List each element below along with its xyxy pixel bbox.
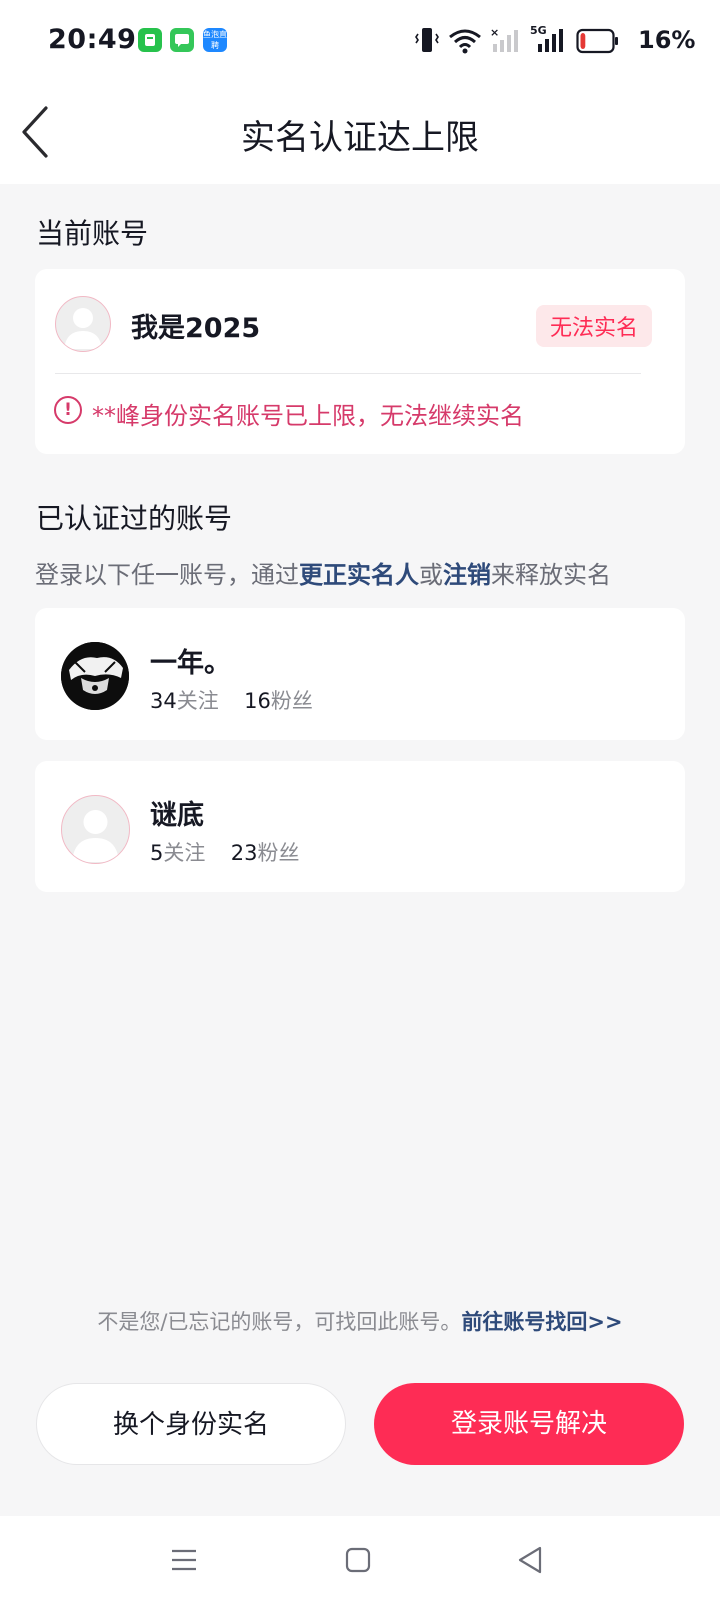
following-count: 34 xyxy=(150,689,177,713)
following-label: 关注 xyxy=(163,841,206,865)
wifi-icon xyxy=(449,29,481,54)
following-label: 关注 xyxy=(176,689,219,713)
list-item[interactable] xyxy=(35,761,685,892)
recover-account-tip: 不是您/已忘记的账号，可找回此账号。前往账号找回>> xyxy=(0,1306,720,1336)
message-app-icon xyxy=(170,28,194,52)
cancel-account-link[interactable]: 注销 xyxy=(443,561,491,589)
job-app-icon: 鱼泡直聘 xyxy=(203,28,227,52)
vibrate-icon xyxy=(415,28,439,52)
followers-count: 16 xyxy=(244,689,271,713)
correct-name-link[interactable]: 更正实名人 xyxy=(299,561,419,589)
page-title: 实名认证达上限 xyxy=(241,118,479,158)
desc-mid: 或 xyxy=(419,561,443,589)
verified-accounts-description: 登录以下任一账号，通过更正实名人或注销来释放实名 xyxy=(35,555,611,590)
desc-prefix: 登录以下任一账号，通过 xyxy=(35,561,299,589)
default-avatar-icon xyxy=(64,308,102,349)
followers-label: 粉丝 xyxy=(270,689,313,713)
status-time: 20:49 xyxy=(48,24,137,55)
account-name: 谜底 xyxy=(150,800,204,831)
verified-accounts-heading: 已认证过的账号 xyxy=(36,502,233,535)
recover-account-link[interactable]: 前往账号找回>> xyxy=(461,1310,622,1334)
signal-sim2-icon xyxy=(538,29,563,52)
signal-sim1-icon: × xyxy=(490,26,518,52)
following-count: 5 xyxy=(150,841,164,865)
svg-text:×: × xyxy=(490,26,499,39)
followers-label: 粉丝 xyxy=(257,841,300,865)
avatar xyxy=(55,296,111,352)
user-photo-avatar xyxy=(61,642,129,710)
current-account-name: 我是2025 xyxy=(131,313,261,344)
followers-count: 23 xyxy=(230,841,258,865)
home-icon[interactable] xyxy=(344,1546,372,1574)
switch-identity-button[interactable]: 换个身份实名 xyxy=(36,1383,346,1465)
back-triangle-icon[interactable] xyxy=(516,1545,544,1575)
account-stats: 34关注 16粉丝 xyxy=(150,685,313,715)
status-badge: 无法实名 xyxy=(536,305,653,347)
desc-suffix: 来释放实名 xyxy=(491,561,611,589)
default-avatar-icon xyxy=(72,810,119,862)
account-name: 一年。 xyxy=(150,648,231,679)
exclamation-circle-icon: ! xyxy=(54,396,82,424)
app-notification-icon xyxy=(138,28,162,52)
battery-icon xyxy=(576,28,618,54)
battery-percent: 16% xyxy=(638,26,696,54)
recover-tip-text: 不是您/已忘记的账号，可找回此账号。 xyxy=(97,1310,462,1334)
avatar xyxy=(61,795,130,864)
list-item[interactable] xyxy=(35,608,685,740)
avatar xyxy=(61,642,129,710)
account-stats: 5关注 23粉丝 xyxy=(150,837,299,867)
job-app-icon-label: 鱼泡直聘 xyxy=(203,30,227,50)
current-account-heading: 当前账号 xyxy=(36,217,149,250)
menu-icon[interactable] xyxy=(170,1546,198,1574)
card-divider xyxy=(55,373,641,374)
login-account-button[interactable]: 登录账号解决 xyxy=(374,1383,684,1465)
limit-warning-text: **峰身份实名账号已上限，无法继续实名 xyxy=(92,402,524,430)
